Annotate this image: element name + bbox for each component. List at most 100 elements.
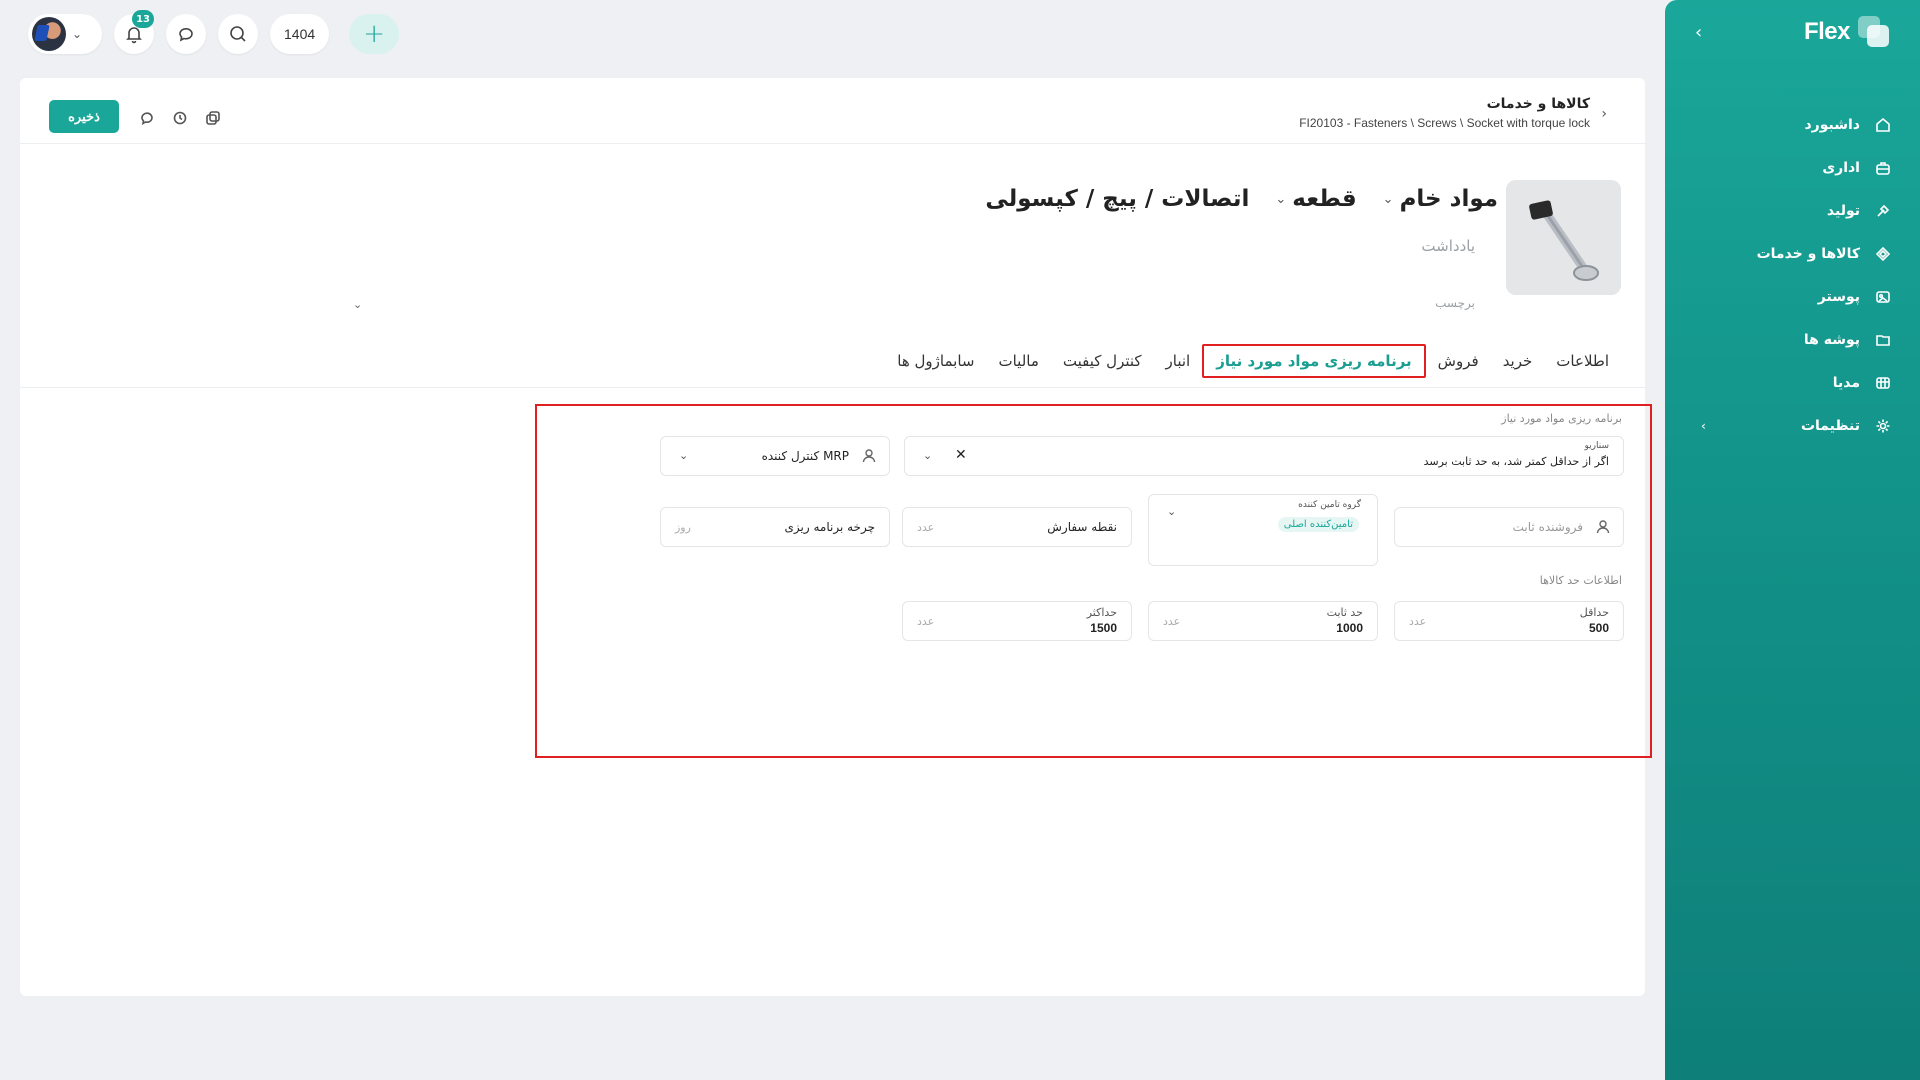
comments-icon[interactable] — [137, 108, 156, 127]
scenario-value: اگر از حداقل کمتر شد، به حد ثابت برسد — [1423, 455, 1609, 468]
notifications-button[interactable]: 13 — [114, 10, 154, 54]
planning-cycle-label: چرخه برنامه ریزی — [784, 520, 876, 534]
breadcrumb: کالاها و خدمات FI20103 - Fasteners \ Scr… — [1299, 96, 1590, 130]
sidebar-item-dashboard[interactable]: داشبورد — [1665, 103, 1920, 146]
scenario-label: سناریو — [1584, 441, 1610, 451]
add-button[interactable]: + — [349, 14, 400, 54]
gear-icon — [1874, 417, 1892, 435]
tab-quality-control[interactable]: کنترل کیفیت — [1051, 346, 1154, 376]
brand[interactable]: Flex — [1804, 16, 1890, 48]
supplier-group-chip[interactable]: تامین‌کننده اصلی — [1277, 517, 1359, 532]
home-icon — [1874, 116, 1892, 134]
planning-cycle-field[interactable]: چرخه برنامه ریزی روز — [660, 507, 890, 547]
product-type-select[interactable]: مواد خام ⌄ — [1383, 186, 1498, 212]
product-type-value: مواد خام — [1399, 186, 1498, 212]
search-icon — [228, 24, 248, 44]
back-chevron-icon[interactable]: › — [1601, 106, 1607, 122]
mrp-controller-select[interactable]: کنترل کننده MRP ⌄ — [660, 436, 890, 476]
product-name[interactable]: اتصالات / پیچ / کپسولی — [985, 186, 1249, 212]
chevron-down-icon: ⌄ — [1167, 505, 1177, 518]
search-button[interactable] — [218, 14, 258, 54]
main-card: ذخیره کالاها و خدمات FI20103 - Fasteners… — [20, 78, 1652, 996]
tools-icon — [1874, 202, 1892, 220]
mrp-panel: برنامه ریزی مواد مورد نیاز سناریو اگر از… — [535, 404, 1652, 758]
mrp-controller-label: کنترل کننده MRP — [761, 449, 849, 463]
save-button[interactable]: ذخیره — [49, 100, 119, 133]
duplicate-icon[interactable] — [203, 108, 222, 127]
sidebar-item-production[interactable]: تولید — [1665, 189, 1920, 232]
min-label: حداقل — [1579, 606, 1609, 619]
mrp-section-title: برنامه ریزی مواد مورد نیاز — [1501, 412, 1622, 425]
product-image[interactable] — [1506, 180, 1621, 295]
chevron-down-icon: ⌄ — [1382, 191, 1394, 207]
chat-icon — [176, 24, 196, 44]
fixed-vendor-placeholder: فروشنده ثابت — [1512, 520, 1583, 534]
sidebar-item-label: تولید — [1826, 202, 1860, 219]
sidebar-item-label: مدیا — [1832, 374, 1860, 391]
media-icon — [1874, 374, 1892, 392]
max-quantity-field[interactable]: حداکثر 1500 عدد — [902, 601, 1132, 641]
sidebar-item-poster[interactable]: پوستر — [1665, 275, 1920, 318]
sidebar-item-settings[interactable]: ‹ تنظیمات — [1665, 404, 1920, 447]
tab-purchase[interactable]: خرید — [1491, 346, 1545, 376]
order-point-unit: عدد — [917, 521, 935, 534]
page-title: کالاها و خدمات — [1486, 96, 1590, 112]
tab-mrp[interactable]: برنامه ریزی مواد مورد نیاز — [1202, 344, 1426, 378]
chevron-left-icon: ‹ — [1701, 418, 1706, 433]
limits-section-title: اطلاعات حد کالاها — [1539, 574, 1622, 587]
user-menu[interactable]: ⌄ — [28, 14, 102, 54]
sidebar-item-office[interactable]: اداری — [1665, 146, 1920, 189]
image-icon — [1874, 288, 1892, 306]
clear-icon[interactable]: ✕ — [955, 447, 967, 463]
sidebar-item-media[interactable]: مدیا — [1665, 361, 1920, 404]
chevron-down-icon: ⌄ — [679, 449, 689, 462]
tab-warehouse[interactable]: انبار — [1154, 346, 1203, 376]
tab-tax[interactable]: مالیات — [986, 346, 1050, 376]
chevron-down-icon: ⌄ — [923, 449, 933, 462]
product-kind-value: قطعه — [1292, 186, 1357, 212]
brand-name: Flex — [1803, 18, 1851, 45]
tag-field[interactable]: برچسب — [1435, 296, 1475, 310]
max-unit: عدد — [917, 615, 935, 628]
fixed-limit-field[interactable]: حد ثابت 1000 عدد — [1148, 601, 1378, 641]
chevron-down-icon: ⌄ — [1275, 191, 1287, 207]
brand-logo-icon — [1858, 16, 1890, 48]
max-value: 1500 — [1090, 621, 1117, 635]
user-icon — [861, 448, 877, 464]
sidebar: ‹ Flex داشبورد اداری تولید کالاها و خدما… — [1665, 0, 1920, 1080]
supplier-group-select[interactable]: گروه تامین کننده تامین‌کننده اصلی ⌄ — [1148, 494, 1378, 566]
min-quantity-field[interactable]: حداقل 500 عدد — [1394, 601, 1624, 641]
tab-sales[interactable]: فروش — [1426, 346, 1491, 376]
order-point-field[interactable]: نقطه سفارش عدد — [902, 507, 1132, 547]
tag-dropdown-icon[interactable]: ⌄ — [353, 298, 362, 311]
sidebar-item-folders[interactable]: پوشه ها — [1665, 318, 1920, 361]
chat-button[interactable] — [166, 14, 206, 54]
collapse-sidebar-icon[interactable]: ‹ — [1695, 22, 1702, 43]
sidebar-item-products[interactable]: کالاها و خدمات — [1665, 232, 1920, 275]
note-field[interactable]: یادداشت — [1421, 237, 1475, 255]
tab-bar: اطلاعات خرید فروش برنامه ریزی مواد مورد … — [885, 344, 1621, 378]
screw-image-icon — [1506, 180, 1621, 295]
fiscal-year-selector[interactable]: 1404 — [270, 14, 330, 54]
plus-icon: + — [363, 19, 386, 49]
chevron-down-icon: ⌄ — [72, 27, 83, 41]
product-kind-select[interactable]: قطعه ⌄ — [1275, 186, 1356, 212]
sidebar-nav: داشبورد اداری تولید کالاها و خدمات پوستر… — [1665, 103, 1920, 447]
avatar — [32, 17, 66, 51]
topbar: ⌄ 13 1404 + — [28, 10, 400, 54]
fixed-label: حد ثابت — [1326, 606, 1363, 619]
sidebar-item-label: کالاها و خدمات — [1756, 245, 1860, 262]
briefcase-icon — [1874, 159, 1892, 177]
sidebar-item-label: تنظیمات — [1800, 417, 1860, 434]
sidebar-item-label: داشبورد — [1804, 116, 1861, 133]
history-icon[interactable] — [170, 108, 189, 127]
box-icon — [1874, 245, 1892, 263]
product-title: مواد خام ⌄ قطعه ⌄ اتصالات / پیچ / کپسولی — [985, 186, 1498, 212]
header-actions — [137, 108, 222, 127]
fixed-vendor-select[interactable]: فروشنده ثابت — [1394, 507, 1624, 547]
tab-submodules[interactable]: سابماژول ها — [885, 346, 986, 376]
scenario-select[interactable]: سناریو اگر از حداقل کمتر شد، به حد ثابت … — [904, 436, 1624, 476]
tab-info[interactable]: اطلاعات — [1544, 346, 1621, 376]
sidebar-item-label: پوستر — [1817, 288, 1860, 305]
user-icon — [1595, 519, 1611, 535]
